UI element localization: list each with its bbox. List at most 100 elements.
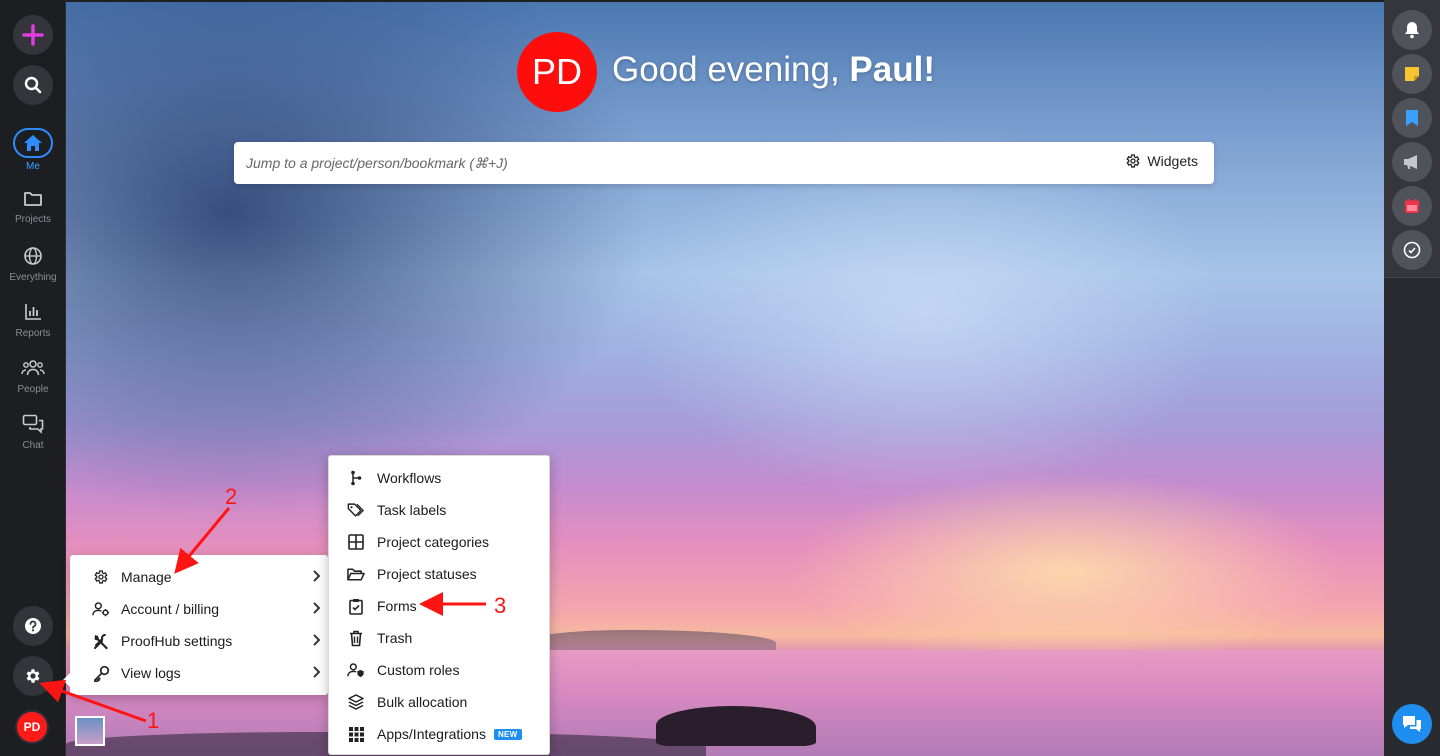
notifications-button[interactable] [1392, 10, 1432, 50]
wallpaper-thumbnail[interactable] [75, 716, 105, 746]
home-icon [24, 135, 42, 151]
announcements-button[interactable] [1392, 142, 1432, 182]
nav-item-everything[interactable]: Everything [0, 246, 66, 283]
tags-icon [347, 503, 365, 517]
people-icon [21, 360, 45, 376]
menu-item-account-billing[interactable]: Account / billing [70, 593, 328, 625]
widgets-label: Widgets [1147, 153, 1198, 169]
gear-icon [94, 570, 108, 584]
profile-avatar[interactable]: PD [517, 32, 597, 112]
support-chat-button[interactable] [1392, 704, 1432, 744]
clock-check-icon [1403, 241, 1421, 259]
search-button[interactable] [13, 65, 53, 105]
settings-button[interactable] [13, 656, 53, 696]
greeting-heading: Good evening, Paul! [612, 50, 935, 90]
nav-label: Me [26, 161, 40, 172]
user-avatar[interactable]: PD [15, 710, 49, 744]
help-icon [25, 618, 41, 634]
nav-item-reports[interactable]: Reports [0, 302, 66, 339]
submenu-item-label: Project statuses [377, 566, 477, 582]
menu-item-manage[interactable]: Manage [70, 561, 328, 593]
nav-label: Everything [9, 272, 57, 283]
greeting-name: Paul! [849, 50, 935, 89]
bell-icon [1405, 22, 1419, 39]
gear-icon [1126, 154, 1141, 168]
submenu-item-trash[interactable]: Trash [329, 622, 549, 654]
submenu-item-task-labels[interactable]: Task labels [329, 494, 549, 526]
new-badge: NEW [493, 728, 522, 740]
chevron-right-icon [313, 666, 320, 678]
submenu-item-label: Custom roles [377, 662, 460, 678]
submenu-item-label: Task labels [377, 502, 447, 518]
workflow-icon [351, 470, 362, 486]
annotation-number: 2 [225, 484, 238, 509]
tools-icon [93, 633, 108, 649]
search-icon [24, 76, 42, 94]
calendar-icon [1405, 199, 1419, 213]
jump-search-bar: Widgets [234, 142, 1214, 184]
nav-label: Projects [14, 214, 52, 225]
chevron-right-icon [313, 570, 320, 582]
nav-item-people[interactable]: People [0, 358, 66, 395]
submenu-item-project-categories[interactable]: Project categories [329, 526, 549, 558]
apps-grid-icon [348, 726, 364, 742]
submenu-item-label: Forms [377, 598, 417, 614]
nav-item-chat[interactable]: Chat [0, 414, 66, 451]
user-gear-icon [92, 602, 110, 617]
submenu-item-bulk-allocation[interactable]: Bulk allocation [329, 686, 549, 718]
nav-label: People [17, 384, 49, 395]
calendar-button[interactable] [1392, 186, 1432, 226]
settings-menu: Manage Account / billing ProofHub settin… [63, 555, 328, 695]
right-sidebar [1384, 0, 1440, 756]
submenu-item-label: Apps/Integrations [377, 726, 486, 742]
notes-button[interactable] [1392, 54, 1432, 94]
bookmark-icon [1406, 110, 1418, 126]
nav-label: Reports [15, 328, 51, 339]
submenu-item-label: Project categories [377, 534, 490, 550]
nav-item-me[interactable]: Me [0, 128, 66, 172]
chevron-right-icon [313, 602, 320, 614]
annotation-number: 3 [494, 593, 507, 618]
trash-icon [350, 630, 362, 646]
annotation-number: 1 [147, 708, 160, 733]
help-button[interactable] [13, 606, 53, 646]
chevron-right-icon [313, 634, 320, 646]
clipboard-check-icon [349, 598, 363, 615]
manage-submenu: Workflows Task labels Project categories… [328, 455, 550, 755]
submenu-item-label: Workflows [377, 470, 442, 486]
nav-item-projects[interactable]: Projects [0, 190, 66, 225]
bar-chart-icon [25, 304, 41, 320]
chat-icon [22, 414, 44, 434]
menu-item-proofhub-settings[interactable]: ProofHub settings [70, 625, 328, 657]
nav-label: Chat [22, 440, 44, 451]
megaphone-icon [1404, 155, 1417, 169]
grid-icon [348, 534, 364, 550]
submenu-item-forms[interactable]: Forms [329, 590, 549, 622]
submenu-item-label: Trash [377, 630, 413, 646]
menu-item-label: Account / billing [121, 601, 220, 617]
menu-item-label: Manage [121, 569, 172, 585]
menu-item-label: ProofHub settings [121, 633, 233, 649]
menu-item-label: View logs [121, 665, 181, 681]
timer-button[interactable] [1392, 230, 1432, 270]
folder-open-icon [347, 568, 365, 580]
gear-icon [26, 669, 40, 683]
menu-item-view-logs[interactable]: View logs [70, 657, 328, 689]
sticky-note-icon [1405, 67, 1419, 81]
submenu-item-project-statuses[interactable]: Project statuses [329, 558, 549, 590]
submenu-item-custom-roles[interactable]: Custom roles [329, 654, 549, 686]
folder-icon [24, 192, 42, 206]
create-button[interactable] [13, 15, 53, 55]
left-sidebar: Me Projects Everything Reports People Ch… [0, 0, 66, 756]
user-shield-icon [347, 663, 364, 678]
globe-icon [24, 247, 42, 265]
widgets-button[interactable]: Widgets [1125, 153, 1198, 169]
submenu-item-apps-integrations[interactable]: Apps/Integrations NEW [329, 718, 549, 750]
submenu-item-label: Bulk allocation [377, 694, 468, 710]
plus-icon [22, 24, 44, 46]
greeting-prefix: Good evening, [612, 50, 850, 89]
bookmarks-button[interactable] [1392, 98, 1432, 138]
submenu-item-workflows[interactable]: Workflows [329, 462, 549, 494]
jump-search-input[interactable] [246, 142, 1106, 184]
key-icon [93, 665, 109, 682]
